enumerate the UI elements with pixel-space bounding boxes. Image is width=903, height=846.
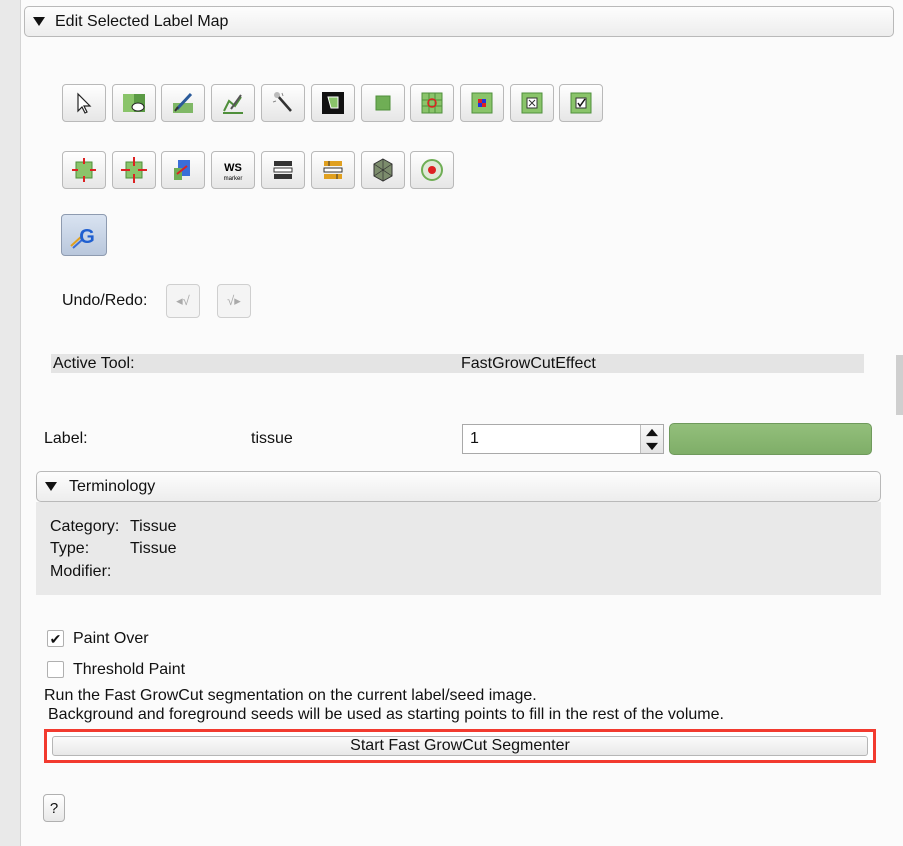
change-island-icon	[323, 161, 343, 179]
modifier-label: Modifier:	[50, 563, 112, 580]
spin-up-icon[interactable]	[646, 428, 658, 437]
erode-icon	[72, 158, 96, 182]
rectangle-icon	[375, 95, 391, 111]
ws-marker-icon: WS marker	[224, 162, 243, 182]
threshold-icon	[273, 161, 293, 179]
grid-check-tool-button[interactable]	[559, 84, 603, 122]
grid-color-icon	[471, 92, 493, 114]
pointer-icon	[77, 92, 92, 114]
category-label: Category:	[50, 518, 120, 535]
redo-button[interactable]: √▸	[217, 284, 251, 318]
dilate-tool-button[interactable]	[112, 151, 156, 189]
description-line-1: Run the Fast GrowCut segmentation on the…	[44, 687, 537, 704]
spin-down-icon[interactable]	[646, 442, 658, 451]
threshold-tool-button[interactable]	[261, 151, 305, 189]
type-label: Type:	[50, 540, 90, 557]
active-tool-label: Active Tool:	[53, 355, 135, 372]
undo-icon: ◂√	[176, 293, 190, 308]
ws-text: WS	[224, 162, 242, 174]
collapse-triangle-icon	[33, 17, 45, 26]
island-tool-button[interactable]	[161, 151, 205, 189]
rectangle-tool-button[interactable]	[361, 84, 405, 122]
make-model-icon	[373, 158, 393, 182]
type-value: Tissue	[130, 540, 177, 557]
wand-tool-button[interactable]	[261, 84, 305, 122]
growcut-target-icon	[421, 159, 443, 181]
wand-icon	[272, 92, 292, 112]
paint-over-checkbox[interactable]: ✔	[47, 630, 64, 647]
make-model-tool-button[interactable]	[361, 151, 405, 189]
fast-growcut-button[interactable]: G	[61, 214, 107, 256]
edit-label-map-header[interactable]: Edit Selected Label Map	[24, 6, 894, 37]
label-value: 1	[470, 430, 479, 447]
paint-icon	[173, 92, 193, 113]
active-tool-value: FastGrowCutEffect	[461, 355, 596, 372]
draw-tool-button[interactable]	[211, 84, 255, 122]
checkmark-icon: ✔	[49, 630, 62, 647]
pointer-tool-button[interactable]	[62, 84, 106, 122]
label-value-spinbox[interactable]: 1	[462, 424, 664, 454]
undo-redo-label: Undo/Redo:	[62, 292, 148, 309]
section-title: Edit Selected Label Map	[55, 13, 229, 30]
change-island-tool-button[interactable]	[311, 151, 355, 189]
level-tracing-tool-button[interactable]	[311, 84, 355, 122]
marker-text: marker	[224, 176, 243, 182]
grid-remove-tool-button[interactable]	[510, 84, 554, 122]
draw-icon	[223, 94, 243, 114]
undo-button[interactable]: ◂√	[166, 284, 200, 318]
erode-tool-button[interactable]	[62, 151, 106, 189]
change-label-tool-button[interactable]	[112, 84, 156, 122]
start-fast-growcut-button[interactable]: Start Fast GrowCut Segmenter	[52, 736, 868, 756]
threshold-paint-label: Threshold Paint	[73, 661, 186, 678]
ws-marker-tool-button[interactable]: WS marker	[211, 151, 255, 189]
grid-remove-icon	[521, 92, 543, 114]
label-label: Label:	[44, 430, 88, 447]
terminology-body: Category: Tissue Type: Tissue Modifier:	[36, 502, 881, 595]
change-label-icon	[123, 94, 145, 112]
left-panel-strip	[0, 0, 21, 846]
grid-target-icon	[421, 92, 443, 114]
growcut-letter: G	[79, 226, 95, 248]
label-name: tissue	[251, 430, 293, 447]
growcut-target-tool-button[interactable]	[410, 151, 454, 189]
spin-arrows[interactable]	[640, 425, 663, 453]
growcut-g-icon: G	[70, 226, 95, 249]
start-button-highlight: Start Fast GrowCut Segmenter	[44, 729, 876, 763]
island-icon	[174, 160, 190, 180]
help-button[interactable]: ?	[43, 794, 65, 822]
description-line-2: Background and foreground seeds will be …	[48, 706, 724, 723]
collapse-triangle-icon	[45, 482, 57, 491]
dilate-icon	[121, 157, 147, 183]
label-color-button[interactable]	[669, 423, 872, 455]
grid-target-tool-button[interactable]	[410, 84, 454, 122]
level-tracing-icon	[322, 92, 344, 114]
active-tool-bar	[51, 354, 864, 373]
terminology-title: Terminology	[69, 478, 156, 495]
grid-color-tool-button[interactable]	[460, 84, 504, 122]
paint-tool-button[interactable]	[161, 84, 205, 122]
category-value: Tissue	[130, 518, 177, 535]
terminology-header[interactable]: Terminology	[36, 471, 881, 502]
redo-icon: √▸	[227, 293, 241, 308]
paint-over-label: Paint Over	[73, 630, 149, 647]
threshold-paint-checkbox[interactable]	[47, 661, 64, 678]
scrollbar-handle[interactable]	[896, 355, 903, 415]
grid-check-icon	[570, 92, 592, 114]
